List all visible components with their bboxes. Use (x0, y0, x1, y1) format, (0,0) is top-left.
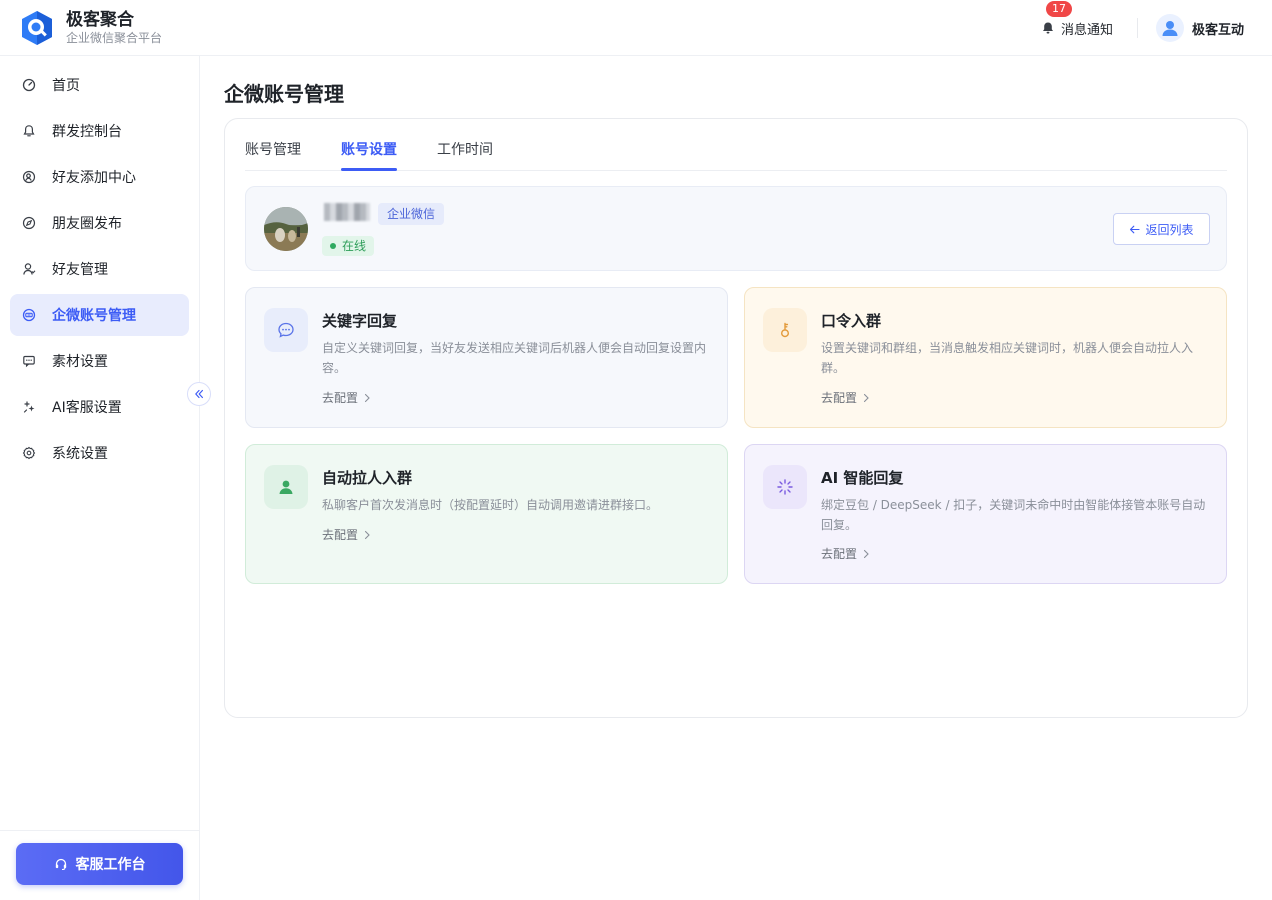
key-icon (780, 322, 789, 338)
user-name: 极客互动 (1191, 22, 1244, 38)
configure-link[interactable]: 去配置 (821, 389, 871, 406)
online-status-badge: 在线 (322, 236, 375, 256)
sidebar-item-moments[interactable]: 朋友圈发布 (10, 202, 189, 244)
sidebar-item-ai-service[interactable]: AI客服设置 (10, 386, 189, 428)
account-avatar (264, 207, 308, 251)
arrow-left-icon (1130, 225, 1141, 233)
feature-icon (763, 465, 807, 509)
account-name-blurred (324, 203, 370, 221)
header-divider (1136, 18, 1138, 38)
feature-card-auto-invite[interactable]: 自动拉人入群 私聊客户首次发消息时（按配置延时）自动调用邀请进群接口。 去配置 (245, 444, 728, 584)
tab-account-settings[interactable]: 账号设置 (341, 119, 397, 171)
brand-title: 极客聚合 (66, 9, 134, 30)
top-header: 极客聚合 企业微信聚合平台 17 消息通知 极客互动 (0, 0, 1272, 56)
account-avatar-image (264, 207, 308, 251)
notification-label: 消息通知 (1060, 22, 1113, 38)
service-workbench-label: 客服工作台 (75, 857, 146, 873)
compass-icon (22, 216, 36, 230)
user-avatar-icon (1162, 21, 1178, 36)
sidebar-item-label: 朋友圈发布 (52, 216, 122, 232)
feature-card-ai-reply[interactable]: AI 智能回复 绑定豆包 / DeepSeek / 扣子，关键词未命中时由智能体… (744, 444, 1227, 584)
feature-title: 关键字回复 (322, 312, 398, 330)
account-icon (22, 308, 36, 322)
chevron-right-icon (364, 393, 370, 402)
back-to-list-button[interactable]: 返回列表 (1113, 213, 1210, 245)
configure-link-label: 去配置 (821, 547, 858, 561)
user-menu[interactable]: 极客互动 (1155, 14, 1244, 42)
configure-link[interactable]: 去配置 (322, 389, 372, 406)
account-type-tag: 企业微信 (378, 203, 445, 225)
sidebar-nav: 首页 群发控制台 好友添加中心 朋友圈发布 好友管理 企微账号管理 素材设置 A… (0, 56, 199, 474)
dashboard-icon (22, 78, 36, 92)
tab-account-management[interactable]: 账号管理 (245, 119, 301, 170)
bell-icon (23, 125, 35, 137)
sidebar-item-label: AI客服设置 (52, 400, 122, 416)
message-icon (23, 355, 35, 368)
notification-count-badge: 17 (1045, 0, 1072, 17)
chat-bubble-icon (278, 322, 294, 338)
sidebar-item-label: 好友管理 (52, 262, 108, 278)
header-actions: 17 消息通知 极客互动 (1041, 0, 1244, 56)
tab-bar: 账号管理 账号设置 工作时间 (245, 119, 1227, 171)
feature-card-keyword-reply[interactable]: 关键字回复 自定义关键词回复，当好友发送相应关键词后机器人便会自动回复设置内容。… (245, 287, 728, 428)
sidebar-item-label: 群发控制台 (52, 124, 122, 140)
configure-link-label: 去配置 (821, 391, 858, 405)
feature-description: 绑定豆包 / DeepSeek / 扣子，关键词未命中时由智能体接管本账号自动回… (821, 498, 1206, 532)
sidebar: 首页 群发控制台 好友添加中心 朋友圈发布 好友管理 企微账号管理 素材设置 A… (0, 56, 200, 900)
service-workbench-button[interactable]: 客服工作台 (16, 843, 183, 885)
configure-link-label: 去配置 (322, 528, 359, 542)
sidebar-item-label: 企微账号管理 (52, 308, 136, 324)
sidebar-item-friend-add[interactable]: 好友添加中心 (10, 156, 189, 198)
configure-link[interactable]: 去配置 (821, 545, 871, 562)
sidebar-item-label: 好友添加中心 (52, 170, 136, 186)
user-avatar (1155, 14, 1184, 42)
tab-work-hours[interactable]: 工作时间 (437, 119, 493, 170)
sidebar-item-home[interactable]: 首页 (10, 64, 189, 106)
headset-icon (55, 858, 66, 871)
sparkle-icon (23, 401, 35, 413)
feature-icon (264, 465, 308, 509)
feature-icon (264, 308, 308, 352)
feature-card-password-join[interactable]: 口令入群 设置关键词和群组，当消息触发相应关键词时，机器人便会自动拉人入群。 去… (744, 287, 1227, 428)
feature-description: 私聊客户首次发消息时（按配置延时）自动调用邀请进群接口。 (322, 498, 659, 512)
back-to-list-label: 返回列表 (1145, 222, 1194, 237)
feature-icon (763, 308, 807, 352)
user-search-icon (22, 170, 36, 184)
feature-title: 自动拉人入群 (322, 469, 413, 487)
brand-subtitle: 企业微信聚合平台 (66, 30, 163, 45)
person-icon (279, 480, 293, 494)
sidebar-footer: 客服工作台 (0, 830, 200, 900)
notification-button[interactable]: 17 消息通知 (1041, 0, 1113, 38)
chevron-right-icon (863, 549, 869, 558)
brand-text: 极客聚合 企业微信聚合平台 (66, 10, 162, 46)
sidebar-item-label: 素材设置 (52, 354, 108, 370)
brand-logo-icon (22, 10, 52, 45)
sidebar-item-wecom-accounts[interactable]: 企微账号管理 (10, 294, 189, 336)
ai-spark-icon (777, 479, 793, 495)
feature-title: 口令入群 (821, 312, 882, 330)
configure-link-label: 去配置 (322, 391, 359, 405)
page-title: 企微账号管理 (224, 82, 344, 106)
account-info-card: 企业微信 在线 返回列表 (245, 186, 1227, 271)
bell-icon (1042, 22, 1053, 34)
sidebar-item-system-settings[interactable]: 系统设置 (10, 432, 189, 474)
logo[interactable]: 极客聚合 企业微信聚合平台 (0, 9, 162, 47)
feature-description: 自定义关键词回复，当好友发送相应关键词后机器人便会自动回复设置内容。 (322, 341, 707, 375)
sidebar-item-label: 系统设置 (52, 446, 108, 462)
chevron-right-icon (364, 530, 370, 539)
user-icon (23, 263, 36, 275)
sidebar-item-friends[interactable]: 好友管理 (10, 248, 189, 290)
configure-link[interactable]: 去配置 (322, 526, 372, 543)
gear-icon (22, 446, 36, 460)
chevron-right-icon (863, 393, 869, 402)
sidebar-item-broadcast[interactable]: 群发控制台 (10, 110, 189, 152)
sidebar-item-label: 首页 (52, 78, 80, 94)
feature-title: AI 智能回复 (821, 469, 904, 487)
settings-panel: 账号管理 账号设置 工作时间 企业微信 在线 返回列表 关键字回复 自定义关键词… (224, 118, 1248, 718)
main-content: 企微账号管理 账号管理 账号设置 工作时间 企业微信 在线 返回列表 关键字回复… (200, 56, 1272, 900)
sidebar-item-materials[interactable]: 素材设置 (10, 340, 189, 382)
feature-description: 设置关键词和群组，当消息触发相应关键词时，机器人便会自动拉人入群。 (821, 341, 1194, 375)
